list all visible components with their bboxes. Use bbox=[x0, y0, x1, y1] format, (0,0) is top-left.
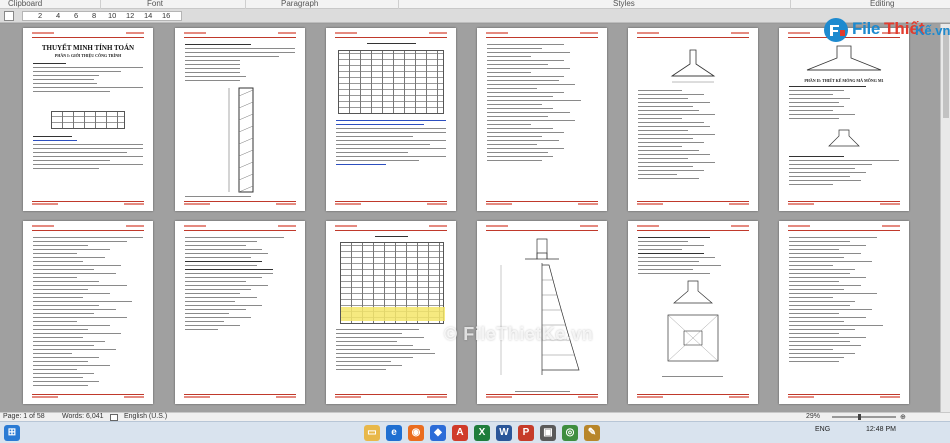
ruler-tick: 8 bbox=[92, 11, 97, 20]
page-12[interactable] bbox=[779, 221, 909, 404]
ruler-track[interactable] bbox=[22, 11, 182, 21]
logo-text-ke: Kế.vn bbox=[915, 23, 950, 38]
ribbon-group-bar: Clipboard Font Paragraph Styles Editing bbox=[0, 0, 950, 9]
input-language[interactable]: ENG bbox=[815, 426, 830, 433]
ruler-tick: 10 bbox=[108, 11, 117, 20]
clock[interactable]: 12:48 PM bbox=[866, 426, 896, 433]
word-window: Clipboard Font Paragraph Styles Editing … bbox=[0, 0, 950, 443]
page-3[interactable] bbox=[326, 28, 456, 211]
footing-diagram bbox=[670, 49, 716, 83]
start-button-icon[interactable]: ⊞ bbox=[4, 425, 20, 441]
foundation-plan-figure bbox=[667, 280, 719, 362]
browser-icon[interactable]: e bbox=[386, 425, 402, 441]
ribbon-group-editing[interactable]: Editing bbox=[870, 0, 894, 8]
ruler-tick: 6 bbox=[74, 11, 79, 20]
page-10[interactable] bbox=[477, 221, 607, 404]
data-table bbox=[51, 111, 125, 129]
file-explorer-icon[interactable]: ▭ bbox=[364, 425, 380, 441]
word-icon[interactable]: W bbox=[496, 425, 512, 441]
ruler-tick: 2 bbox=[38, 11, 43, 20]
document-canvas[interactable]: THUYẾT MINH TÍNH TOÁN PHẦN I: GIỚI THIỆU… bbox=[0, 24, 940, 412]
results-table bbox=[340, 242, 445, 324]
logo-text-file: File bbox=[852, 19, 881, 38]
pier-stress-diagram bbox=[500, 238, 580, 375]
page-7[interactable] bbox=[23, 221, 153, 404]
firefox-icon[interactable]: ◉ bbox=[408, 425, 424, 441]
horizontal-ruler[interactable]: 2 4 6 8 10 12 14 16 bbox=[0, 9, 950, 23]
taskbar: ⊞ ▭ e ◉ ◆ A X W P ▣ ◎ ✎ ENG 12:48 PM bbox=[0, 421, 950, 443]
ruler-tick: 4 bbox=[56, 11, 61, 20]
pile-detail-figure bbox=[828, 129, 860, 147]
misc-app-icon-3[interactable]: ✎ bbox=[584, 425, 600, 441]
ruler-tick: 16 bbox=[162, 11, 171, 20]
ribbon-group-clipboard[interactable]: Clipboard bbox=[8, 0, 42, 8]
ruler-tick: 12 bbox=[126, 11, 135, 20]
page-11[interactable] bbox=[628, 221, 758, 404]
excel-icon[interactable]: X bbox=[474, 425, 490, 441]
status-bar: Page: 1 of 58 Words: 6,041 English (U.S.… bbox=[0, 412, 950, 421]
abutment-footing-diagram bbox=[806, 45, 882, 71]
page-4[interactable] bbox=[477, 28, 607, 211]
page-1[interactable]: THUYẾT MINH TÍNH TOÁN PHẦN I: GIỚI THIỆU… bbox=[23, 28, 153, 211]
document-title: THUYẾT MINH TÍNH TOÁN bbox=[41, 44, 135, 52]
logo-icon bbox=[824, 18, 848, 42]
watermark: © FileThietKe.vn bbox=[444, 324, 594, 344]
word-count[interactable]: Words: 6,041 bbox=[62, 413, 104, 420]
page-2[interactable] bbox=[175, 28, 305, 211]
page-9[interactable] bbox=[326, 221, 456, 404]
ribbon-group-font[interactable]: Font bbox=[147, 0, 163, 8]
page-6[interactable]: PHẦN II: THIẾT KẾ MÓNG MÁ MỐNG M1 bbox=[779, 28, 909, 211]
zoom-in-icon[interactable]: ⊕ bbox=[900, 413, 906, 421]
proofing-icon[interactable] bbox=[110, 414, 118, 421]
language-indicator[interactable]: English (U.S.) bbox=[124, 413, 167, 420]
part-heading: PHẦN I: GIỚI THIỆU CÔNG TRÌNH bbox=[54, 53, 122, 58]
autocad-icon[interactable]: A bbox=[452, 425, 468, 441]
page-5[interactable] bbox=[628, 28, 758, 211]
page-8[interactable] bbox=[175, 221, 305, 404]
page-count[interactable]: Page: 1 of 58 bbox=[3, 413, 45, 420]
ribbon-group-styles[interactable]: Styles bbox=[613, 0, 635, 8]
zoom-slider[interactable] bbox=[832, 416, 896, 418]
misc-app-icon[interactable]: ▣ bbox=[540, 425, 556, 441]
zoom-slider-thumb[interactable] bbox=[858, 414, 861, 420]
vertical-scrollbar[interactable] bbox=[940, 24, 950, 412]
powerpoint-icon[interactable]: P bbox=[518, 425, 534, 441]
misc-app-icon-2[interactable]: ◎ bbox=[562, 425, 578, 441]
ruler-tick: 14 bbox=[144, 11, 153, 20]
load-table bbox=[338, 50, 444, 114]
ribbon-group-paragraph[interactable]: Paragraph bbox=[281, 0, 318, 8]
tab-selector-icon[interactable] bbox=[4, 11, 14, 21]
filethietke-logo: File Thiết Kế.vn bbox=[822, 16, 950, 46]
zoom-level[interactable]: 29% bbox=[806, 413, 820, 420]
app-icon[interactable]: ◆ bbox=[430, 425, 446, 441]
wall-section-figure bbox=[228, 87, 254, 193]
